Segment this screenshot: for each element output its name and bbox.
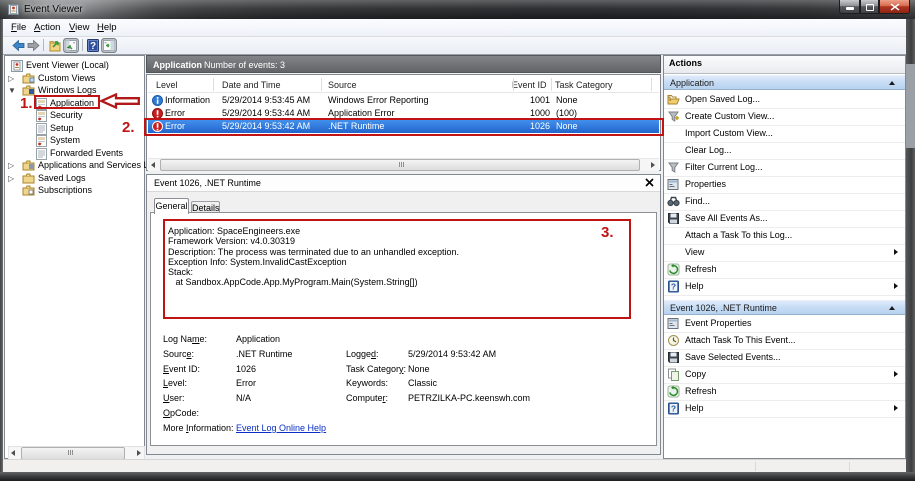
svg-text:?: ? xyxy=(671,282,676,292)
svg-text:?: ? xyxy=(90,41,96,52)
svg-text:?: ? xyxy=(671,404,676,414)
